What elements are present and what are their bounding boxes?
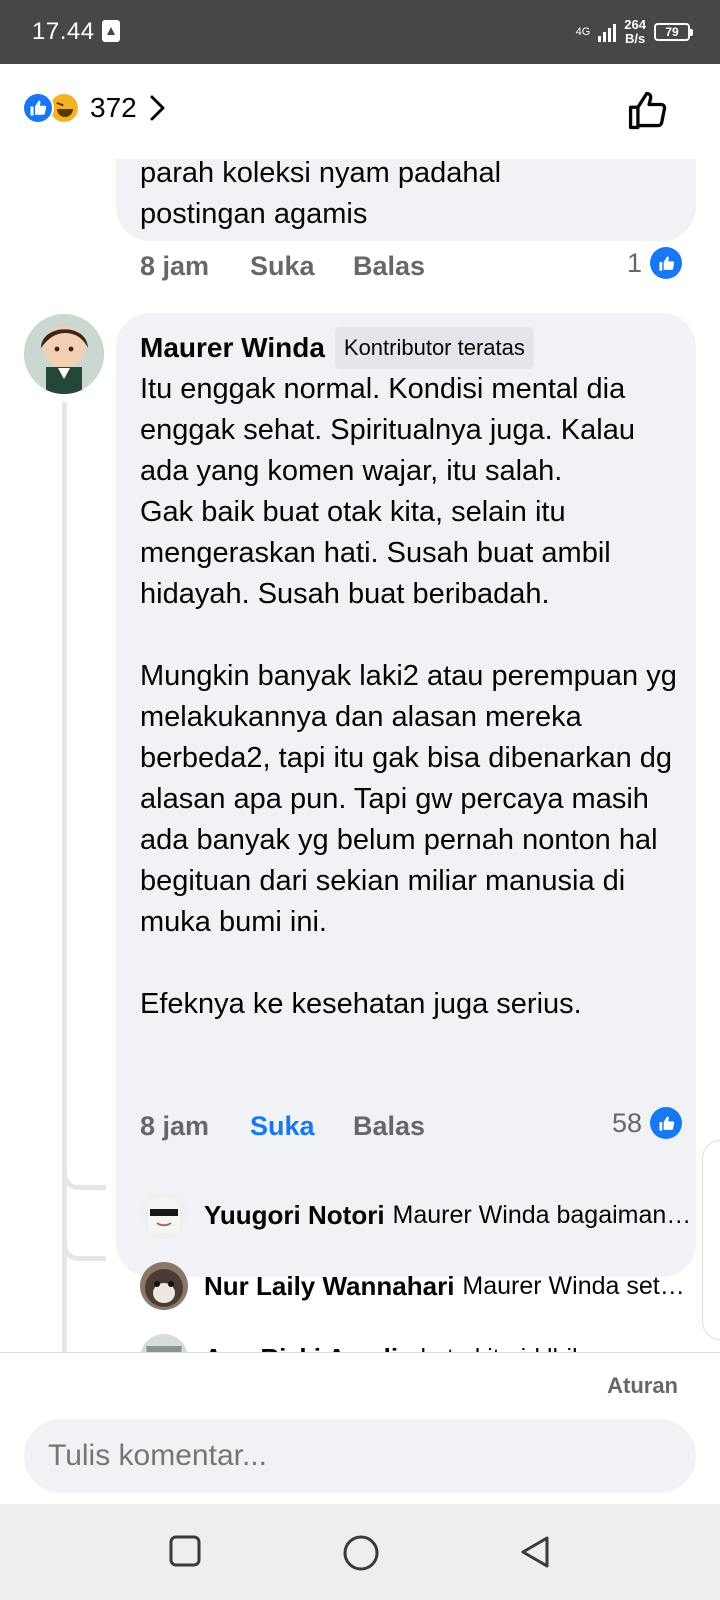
network-speed: 264 B/s (624, 17, 646, 46)
reply-text: Maurer Winda bagaiman… (392, 1200, 692, 1229)
previous-reply-button[interactable]: Balas (353, 251, 425, 282)
network-type: 4G (575, 25, 591, 38)
reply-preview[interactable]: Aan Rizki Amalia kata kita jd lbih… (140, 1334, 705, 1352)
reply-avatar (140, 1191, 188, 1239)
previous-like-button[interactable]: Suka (250, 251, 315, 282)
like-reaction-icon (22, 92, 54, 124)
reaction-summary[interactable]: 372 (22, 92, 167, 124)
previous-comment-time: 8 jam (140, 251, 210, 281)
reaction-count: 372 (90, 92, 137, 123)
author-avatar[interactable] (24, 314, 104, 394)
status-time: 17.44 (32, 18, 95, 45)
status-bar: 17.44 4G 264 B/s 79 (0, 0, 720, 64)
battery-icon: 79 (654, 23, 693, 41)
comments-header: 372 (0, 64, 720, 159)
chevron-right-icon (150, 95, 165, 121)
status-indicators: 4G 264 B/s 79 (575, 14, 693, 50)
thumbs-up-icon[interactable] (626, 88, 670, 132)
comment-paragraph: Itu enggak normal. Kondisi mental dia en… (140, 373, 635, 487)
scroll-handle[interactable] (702, 1140, 720, 1340)
signal-icon (598, 22, 617, 42)
comment-paragraph: Gak baik buat otak kita, selain itu meng… (140, 496, 611, 610)
top-contributor-badge: Kontributor teratas (334, 327, 534, 369)
reply-preview[interactable]: Nur Laily Wannahari Maurer Winda set… (140, 1262, 705, 1310)
reply-preview[interactable]: Yuugori Notori Maurer Winda bagaiman… (140, 1191, 705, 1239)
previous-comment-bubble: parah koleksi nyam padahal postingan aga… (116, 159, 696, 241)
like-icon (650, 247, 682, 279)
reply-button[interactable]: Balas (353, 1111, 425, 1142)
android-navigation-bar (0, 1504, 720, 1600)
comment-paragraph: Efeknya ke kesehatan juga serius. (140, 988, 582, 1020)
back-triangle-icon[interactable] (518, 1534, 552, 1570)
reply-author[interactable]: Nur Laily Wannahari (204, 1271, 454, 1302)
reply-text: kata kita jd lbih… (421, 1344, 611, 1353)
circle-icon[interactable] (342, 1534, 380, 1572)
reply-author[interactable]: Yuugori Notori (204, 1200, 385, 1231)
reply-author[interactable]: Aan Rizki Amalia (204, 1343, 413, 1353)
comment-text: Itu enggak normal. Kondisi mental dia en… (140, 369, 680, 1025)
rules-link[interactable]: Aturan (607, 1373, 678, 1399)
like-button[interactable]: Suka (250, 1111, 315, 1142)
comment-input[interactable] (24, 1419, 696, 1493)
like-icon (650, 1107, 682, 1139)
previous-like-count: 1 (627, 247, 682, 279)
reply-avatar (140, 1334, 188, 1352)
comment-time: 8 jam (140, 1111, 210, 1141)
comment-paragraph: Mungkin banyak laki2 atau perempuan yg m… (140, 660, 677, 938)
notification-icon (102, 20, 120, 42)
reply-branch-line (62, 1221, 106, 1261)
previous-comment-text: parah koleksi nyam padahal postingan aga… (140, 159, 502, 230)
reply-avatar (140, 1262, 188, 1310)
reply-branch-line (62, 1150, 106, 1190)
square-icon[interactable] (168, 1534, 202, 1568)
reply-text: Maurer Winda set… (462, 1271, 685, 1300)
comment-composer: Aturan (0, 1352, 720, 1504)
comment-feed[interactable]: parah koleksi nyam padahal postingan aga… (0, 159, 720, 1352)
comment-author[interactable]: Maurer Winda (140, 332, 325, 364)
comment-like-count: 58 (612, 1107, 682, 1139)
reply-thread-line (62, 402, 67, 1352)
